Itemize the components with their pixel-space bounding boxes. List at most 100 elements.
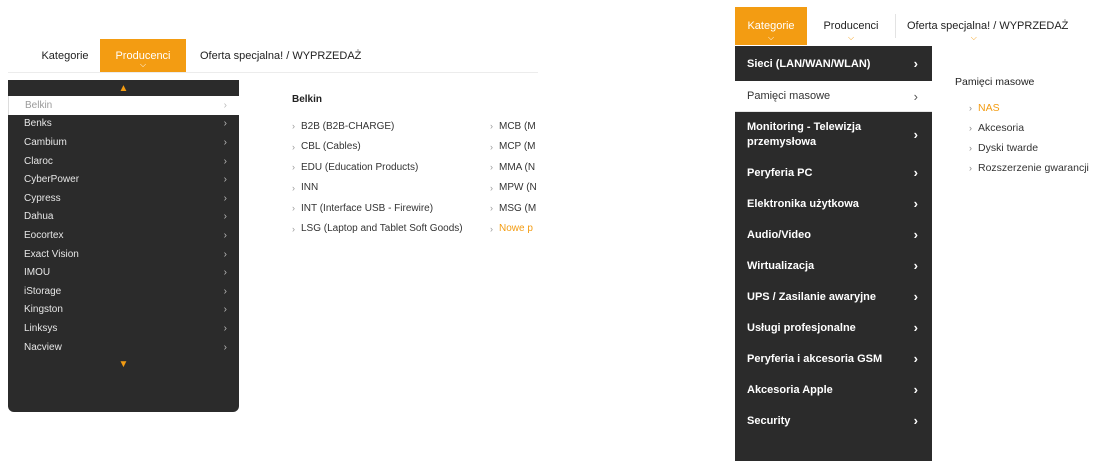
menu-item[interactable]: Exact Vision › <box>8 245 239 264</box>
menu-item[interactable]: iStorage › <box>8 282 239 301</box>
menu-item-label: Cambium <box>24 136 67 148</box>
chevron-right-icon: › <box>223 267 227 279</box>
chevron-right-icon: › <box>913 165 918 180</box>
submenu-link[interactable]: › Rozszerzenie gwarancji <box>955 158 1089 178</box>
submenu-link-label: NAS <box>978 102 1000 114</box>
chevron-right-icon: › <box>913 320 918 335</box>
category-item[interactable]: Audio/Video › <box>735 219 932 250</box>
tab-label: Kategorie <box>747 20 795 32</box>
tab-kategorie[interactable]: Kategorie <box>30 39 100 72</box>
menu-item[interactable]: Cypress › <box>8 189 239 208</box>
menu-item-label: IMOU <box>24 267 51 279</box>
menu-item-label: Kingston <box>24 304 63 316</box>
chevron-right-icon: › <box>223 304 227 316</box>
panel2-tabs: Kategorie ⌵ Producenci ⌵ Oferta specjalna!… <box>735 7 1092 45</box>
category-item-label: Peryferia PC <box>747 166 813 179</box>
menu-item-label: Exact Vision <box>24 248 79 260</box>
chevron-right-icon: › <box>223 341 227 353</box>
submenu-link[interactable]: › Nowe p <box>490 219 540 240</box>
category-item[interactable]: Peryferia PC › <box>735 157 932 188</box>
tab-label: Oferta specjalna! / WYPRZEDAŻ <box>907 20 1069 32</box>
menu-item[interactable]: Belkin › <box>8 96 239 115</box>
category-item[interactable]: Security › <box>735 405 932 436</box>
submenu-link[interactable]: › MSG (M <box>490 198 540 219</box>
menu-item[interactable]: Eocortex › <box>8 226 239 245</box>
tab-kategorie[interactable]: Kategorie ⌵ <box>735 7 807 45</box>
submenu-link[interactable]: › MPW (N <box>490 178 540 199</box>
chevron-right-icon: › <box>223 155 227 167</box>
category-item-label: Monitoring - Telewizja przemysłowa <box>747 120 862 148</box>
category-item-label: Usługi profesjonalne <box>747 321 856 334</box>
submenu-link[interactable]: › INT (Interface USB - Firewire) <box>292 198 463 219</box>
menu-item[interactable]: Cambium › <box>8 133 239 152</box>
submenu-link[interactable]: › MCB (M <box>490 116 540 137</box>
manufacturer-submenu: Belkin › B2B (B2B-CHARGE) › CBL (Cables) › ED… <box>292 94 537 234</box>
chevron-right-icon: › <box>292 121 295 132</box>
category-item[interactable]: Sieci (LAN/WAN/WLAN) › <box>735 46 932 81</box>
category-item-label: UPS / Zasilanie awaryjne <box>747 290 877 303</box>
menu-item[interactable]: IMOU › <box>8 263 239 282</box>
chevron-right-icon: › <box>913 56 918 71</box>
category-item-label: Elektronika użytkowa <box>747 197 859 210</box>
submenu-link-label: MMA (N <box>499 161 536 173</box>
submenu-link[interactable]: › Akcesoria <box>955 118 1089 138</box>
menu-item[interactable]: Nacview › <box>8 338 239 357</box>
menu-item[interactable]: Dahua › <box>8 208 239 227</box>
submenu-link-label: EDU (Education Products) <box>301 161 419 173</box>
menu-item[interactable]: Benks › <box>8 115 239 134</box>
submenu-link[interactable]: › MMA (N <box>490 157 540 178</box>
submenu-link[interactable]: › B2B (B2B-CHARGE) <box>292 116 463 137</box>
chevron-right-icon: › <box>223 248 227 260</box>
chevron-right-icon: › <box>292 162 295 173</box>
submenu-link[interactable]: › MCP (M <box>490 137 540 158</box>
submenu-link-label: LSG (Laptop and Tablet Soft Goods) <box>301 223 463 235</box>
menu-item[interactable]: Linksys › <box>8 319 239 338</box>
tab-producenci[interactable]: Producenci ⌵ <box>807 7 895 45</box>
chevron-right-icon: › <box>292 203 295 214</box>
menu-item[interactable]: Kingston › <box>8 301 239 320</box>
submenu-link-label: MPW (N <box>499 182 537 194</box>
scroll-up-icon[interactable]: ▲ <box>8 80 239 96</box>
chevron-right-icon: › <box>223 322 227 334</box>
tab-oferta-specjalna[interactable]: Oferta specjalna! / WYPRZEDAŻ <box>186 39 377 72</box>
chevron-right-icon: › <box>913 351 918 366</box>
category-item-label: Wirtualizacja <box>747 259 815 272</box>
submenu-link[interactable]: › NAS <box>955 98 1089 118</box>
chevron-right-icon: › <box>490 121 493 132</box>
chevron-right-icon: › <box>223 285 227 297</box>
category-item[interactable]: Monitoring - Telewizja przemysłowa › <box>735 112 932 157</box>
submenu-link[interactable]: › Dyski twarde <box>955 138 1089 158</box>
category-item[interactable]: Usługi profesjonalne › <box>735 312 932 343</box>
category-item[interactable]: Akcesoria Apple › <box>735 374 932 405</box>
scroll-down-icon[interactable]: ▼ <box>8 356 239 372</box>
chevron-right-icon: › <box>490 162 493 173</box>
menu-item[interactable]: CyberPower › <box>8 170 239 189</box>
submenu-link[interactable]: › EDU (Education Products) <box>292 157 463 178</box>
category-item[interactable]: Wirtualizacja › <box>735 250 932 281</box>
menu-item-label: Nacview <box>24 341 62 353</box>
category-item[interactable]: UPS / Zasilanie awaryjne › <box>735 281 932 312</box>
chevron-right-icon: › <box>490 223 493 234</box>
menu-item[interactable]: Claroc › <box>8 152 239 171</box>
tab-oferta-specjalna[interactable]: Oferta specjalna! / WYPRZEDAŻ ⌵ <box>895 7 1092 45</box>
divider <box>8 72 538 73</box>
menu-item-label: Linksys <box>24 322 58 334</box>
submenu-link-label: MSG (M <box>499 202 537 214</box>
category-item-label: Peryferia i akcesoria GSM <box>747 352 883 365</box>
submenu-link[interactable]: › INN <box>292 178 463 199</box>
submenu-link-label: Rozszerzenie gwarancji <box>978 162 1089 174</box>
chevron-right-icon: › <box>490 203 493 214</box>
category-item[interactable]: Peryferia i akcesoria GSM › <box>735 343 932 374</box>
manufacturer-menu: ▲ Belkin › Benks › Cambium › Claroc › CyberPower… <box>8 80 239 412</box>
tab-producenci[interactable]: Producenci ⌵ <box>100 39 186 72</box>
chevron-right-icon: › <box>223 136 227 148</box>
submenu-link-label: CBL (Cables) <box>301 141 361 153</box>
submenu-link[interactable]: › LSG (Laptop and Tablet Soft Goods) <box>292 219 463 240</box>
category-item[interactable]: Pamięci masowe › <box>735 81 932 112</box>
menu-item-label: Dahua <box>24 211 54 223</box>
submenu-link[interactable]: › CBL (Cables) <box>292 137 463 158</box>
category-item[interactable]: Elektronika użytkowa › <box>735 188 932 219</box>
chevron-right-icon: › <box>913 382 918 397</box>
menu-item-label: Cypress <box>24 192 61 204</box>
category-item-label: Akcesoria Apple <box>747 383 833 396</box>
